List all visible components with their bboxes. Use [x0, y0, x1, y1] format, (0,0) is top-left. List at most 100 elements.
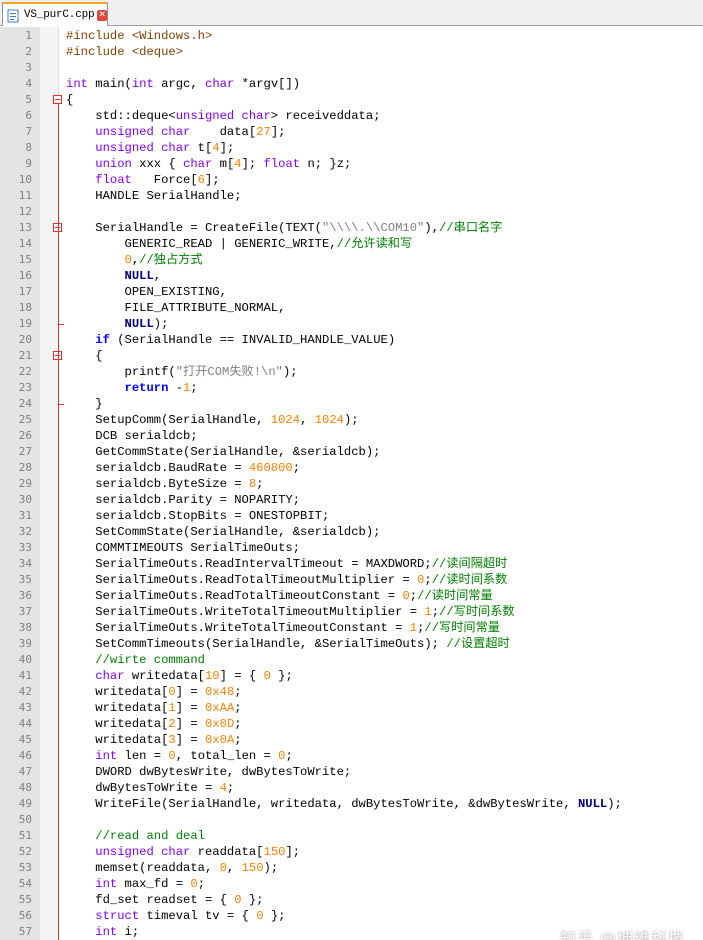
code-line[interactable]: 27 GetCommState(SerialHandle, &serialdcb…: [0, 444, 703, 460]
code-line[interactable]: 31 serialdcb.StopBits = ONESTOPBIT;: [0, 508, 703, 524]
code-line[interactable]: 25 SetupComm(SerialHandle, 1024, 1024);: [0, 412, 703, 428]
code-line[interactable]: 56 struct timeval tv = { 0 };: [0, 908, 703, 924]
code-token: 0: [263, 669, 271, 683]
code-token: NULL: [124, 269, 154, 283]
code-line[interactable]: 44 writedata[2] = 0x0D;: [0, 716, 703, 732]
code-line[interactable]: 7 unsigned char data[27];: [0, 124, 703, 140]
tab-vs-purc-cpp[interactable]: VS_purC.cpp ✕: [2, 2, 108, 26]
code-token: int: [95, 925, 125, 939]
code-line[interactable]: 17 OPEN_EXISTING,: [0, 284, 703, 300]
code-line[interactable]: 21 {: [0, 348, 703, 364]
code-line[interactable]: 18 FILE_ATTRIBUTE_NORMAL,: [0, 300, 703, 316]
code-line[interactable]: 5{: [0, 92, 703, 108]
code-line[interactable]: 50: [0, 812, 703, 828]
code-line[interactable]: 15 0,//独占方式: [0, 252, 703, 268]
code-text: writedata[2] = 0x0D;: [66, 716, 241, 732]
code-token: t[: [197, 141, 213, 155]
code-token: 0: [402, 589, 410, 603]
fold-toggle-icon[interactable]: [53, 95, 62, 104]
code-text: FILE_ATTRIBUTE_NORMAL,: [66, 300, 286, 316]
code-token: 0xAA: [205, 701, 235, 715]
code-token: };: [270, 669, 293, 683]
close-icon[interactable]: ✕: [97, 9, 107, 21]
code-line[interactable]: 33 COMMTIMEOUTS SerialTimeOuts;: [0, 540, 703, 556]
code-token: 3: [168, 733, 176, 747]
code-token: WriteFile(SerialHandle, writedata, dwByt…: [66, 797, 578, 811]
code-text: NULL);: [66, 316, 169, 332]
line-number: 8: [25, 141, 32, 154]
line-number: 54: [18, 877, 32, 890]
code-token: SerialTimeOuts.WriteTotalTimeoutMultipli…: [66, 605, 425, 619]
code-line[interactable]: 22 printf("打开COM失败!\n");: [0, 364, 703, 380]
code-line[interactable]: 48 dwBytesToWrite = 4;: [0, 780, 703, 796]
code-line[interactable]: 3: [0, 60, 703, 76]
code-line[interactable]: 49 WriteFile(SerialHandle, writedata, dw…: [0, 796, 703, 812]
code-text: #include <Windows.h>: [66, 28, 212, 44]
code-line[interactable]: 54 int max_fd = 0;: [0, 876, 703, 892]
code-line[interactable]: 19 NULL);: [0, 316, 703, 332]
code-line[interactable]: 41 char writedata[10] = { 0 };: [0, 668, 703, 684]
code-line[interactable]: 29 serialdcb.ByteSize = 8;: [0, 476, 703, 492]
code-token: SerialTimeOuts.ReadTotalTimeoutConstant …: [66, 589, 403, 603]
code-line[interactable]: 6 std::deque<unsigned char> receiveddata…: [0, 108, 703, 124]
code-line[interactable]: 9 union xxx { char m[4]; float n; }z;: [0, 156, 703, 172]
code-token: return: [124, 381, 169, 395]
code-line[interactable]: 13 SerialHandle = CreateFile(TEXT("\\\\.…: [0, 220, 703, 236]
code-line[interactable]: 10 float Force[6];: [0, 172, 703, 188]
line-number: 15: [18, 253, 32, 266]
code-line[interactable]: 24 }: [0, 396, 703, 412]
code-line[interactable]: 1 #include <Windows.h>: [0, 28, 703, 44]
line-number: 47: [18, 765, 32, 778]
code-line[interactable]: 38 SerialTimeOuts.WriteTotalTimeoutConst…: [0, 620, 703, 636]
code-line[interactable]: 35 SerialTimeOuts.ReadTotalTimeoutMultip…: [0, 572, 703, 588]
code-line[interactable]: 26 DCB serialdcb;: [0, 428, 703, 444]
code-line[interactable]: 39 SetCommTimeouts(SerialHandle, &Serial…: [0, 636, 703, 652]
code-token: ,: [226, 861, 242, 875]
code-token: ;: [424, 573, 432, 587]
line-number: 34: [18, 557, 32, 570]
code-line[interactable]: 46 int len = 0, total_len = 0;: [0, 748, 703, 764]
code-line[interactable]: 42 writedata[0] = 0x48;: [0, 684, 703, 700]
code-line[interactable]: 36 SerialTimeOuts.ReadTotalTimeoutConsta…: [0, 588, 703, 604]
code-line[interactable]: 11 HANDLE SerialHandle;: [0, 188, 703, 204]
line-number: 31: [18, 509, 32, 522]
code-line[interactable]: 8 unsigned char t[4];: [0, 140, 703, 156]
code-line[interactable]: 52 unsigned char readdata[150];: [0, 844, 703, 860]
code-line[interactable]: 2 #include <deque>: [0, 44, 703, 60]
code-line[interactable]: 34 SerialTimeOuts.ReadIntervalTimeout = …: [0, 556, 703, 572]
line-number: 56: [18, 909, 32, 922]
code-text: fd_set readset = { 0 };: [66, 892, 263, 908]
code-editor[interactable]: 1 #include <Windows.h> 2 #include <deque> 3 4…: [0, 27, 703, 940]
code-line[interactable]: 45 writedata[3] = 0x0A;: [0, 732, 703, 748]
code-line[interactable]: 16 NULL,: [0, 268, 703, 284]
code-line[interactable]: 4 int main(int argc, char *argv[]): [0, 76, 703, 92]
code-line[interactable]: 51 //read and deal: [0, 828, 703, 844]
code-line[interactable]: 40 //wirte command: [0, 652, 703, 668]
code-line[interactable]: 20 if (SerialHandle == INVALID_HANDLE_VA…: [0, 332, 703, 348]
code-token: struct: [95, 909, 147, 923]
code-line[interactable]: 55 fd_set readset = { 0 };: [0, 892, 703, 908]
code-token: ;: [431, 605, 440, 619]
code-line[interactable]: 32 SetCommState(SerialHandle, &serialdcb…: [0, 524, 703, 540]
code-token: }: [66, 397, 103, 411]
code-text: SerialTimeOuts.WriteTotalTimeoutMultipli…: [66, 604, 514, 620]
code-line[interactable]: 14 GENERIC_READ | GENERIC_WRITE,//允许读和写: [0, 236, 703, 252]
line-number: 46: [18, 749, 32, 762]
code-line[interactable]: 30 serialdcb.Parity = NOPARITY;: [0, 492, 703, 508]
code-line[interactable]: 43 writedata[1] = 0xAA;: [0, 700, 703, 716]
code-token: OPEN_EXISTING,: [66, 285, 227, 299]
code-line[interactable]: 23 return -1;: [0, 380, 703, 396]
code-line[interactable]: 47 DWORD dwBytesWrite, dwBytesToWrite;: [0, 764, 703, 780]
code-line[interactable]: 53 memset(readdata, 0, 150);: [0, 860, 703, 876]
code-line[interactable]: 12: [0, 204, 703, 220]
code-line[interactable]: 28 serialdcb.BaudRate = 460800;: [0, 460, 703, 476]
code-text: {: [66, 92, 73, 108]
code-token: SetCommTimeouts(SerialHandle, &SerialTim…: [66, 637, 447, 651]
code-token: //串口名字: [439, 221, 503, 235]
code-line[interactable]: 37 SerialTimeOuts.WriteTotalTimeoutMulti…: [0, 604, 703, 620]
